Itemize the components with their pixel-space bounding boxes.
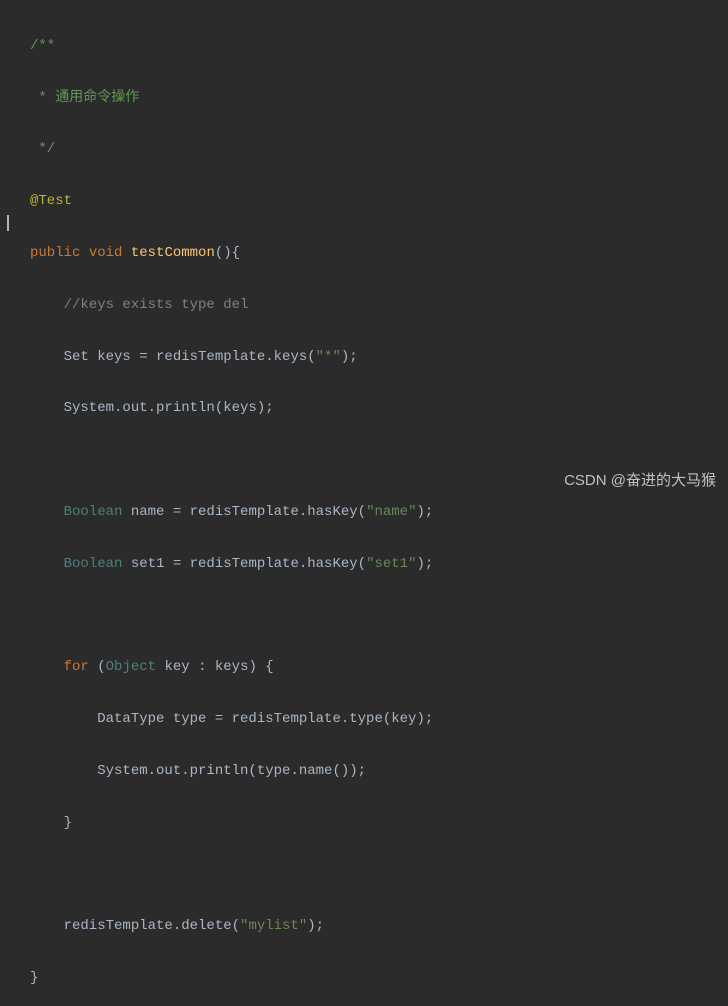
string-literal: "name" xyxy=(366,504,416,520)
code-text: ); xyxy=(307,918,324,934)
code-text: System.out.println(type.name()); xyxy=(30,763,366,779)
code-text: ( xyxy=(89,659,106,675)
string-literal: "*" xyxy=(316,349,341,365)
code-text: Set keys = redisTemplate.keys( xyxy=(30,349,316,365)
code-line: redisTemplate.delete("mylist"); xyxy=(30,914,728,940)
code-text: name = redisTemplate.hasKey( xyxy=(122,504,366,520)
code-text: set1 = redisTemplate.hasKey( xyxy=(122,556,366,572)
keyword-for: for xyxy=(64,659,89,675)
annotation: @Test xyxy=(30,193,72,209)
code-text: ); xyxy=(416,504,433,520)
code-text: DataType type = redisTemplate.type(key); xyxy=(30,711,433,727)
doc-comment: * 通用命令操作 xyxy=(30,90,139,106)
code-line: for (Object key : keys) { xyxy=(30,655,728,681)
code-text: } xyxy=(30,970,38,986)
code-line: public void testCommon(){ xyxy=(30,241,728,267)
code-text: System.out.println(keys); xyxy=(30,400,274,416)
code-line: System.out.println(type.name()); xyxy=(30,759,728,785)
code-line: System.out.println(keys); xyxy=(30,396,728,422)
code-line: DataType type = redisTemplate.type(key); xyxy=(30,707,728,733)
code-line: Set keys = redisTemplate.keys("*"); xyxy=(30,345,728,371)
code-line: @Test xyxy=(30,189,728,215)
type-boolean: Boolean xyxy=(64,556,123,572)
code-line xyxy=(30,603,728,629)
code-editor-view[interactable]: /** * 通用命令操作 */ @Test public void testCo… xyxy=(0,0,728,1006)
code-text: key : keys) { xyxy=(156,659,274,675)
type-boolean: Boolean xyxy=(64,504,123,520)
type-object: Object xyxy=(106,659,156,675)
code-line: } xyxy=(30,966,728,992)
keyword-void: void xyxy=(89,245,123,261)
keyword-public: public xyxy=(30,245,80,261)
code-line: Boolean name = redisTemplate.hasKey("nam… xyxy=(30,500,728,526)
method-signature-end: (){ xyxy=(215,245,240,261)
code-text: ); xyxy=(416,556,433,572)
code-line xyxy=(30,862,728,888)
string-literal: "set1" xyxy=(366,556,416,572)
method-name: testCommon xyxy=(131,245,215,261)
code-text: ); xyxy=(341,349,358,365)
doc-comment: /** xyxy=(30,38,55,54)
doc-comment: */ xyxy=(30,141,55,157)
code-line: * 通用命令操作 xyxy=(30,86,728,112)
line-comment: //keys exists type del xyxy=(64,297,249,313)
code-text: } xyxy=(30,815,72,831)
code-line: } xyxy=(30,811,728,837)
code-line: */ xyxy=(30,137,728,163)
code-line: Boolean set1 = redisTemplate.hasKey("set… xyxy=(30,552,728,578)
gutter-cursor-indicator xyxy=(7,215,9,231)
code-line: //keys exists type del xyxy=(30,293,728,319)
code-line: /** xyxy=(30,34,728,60)
string-literal: "mylist" xyxy=(240,918,307,934)
code-text: redisTemplate.delete( xyxy=(30,918,240,934)
watermark-text: CSDN @奋进的大马猴 xyxy=(564,467,716,495)
